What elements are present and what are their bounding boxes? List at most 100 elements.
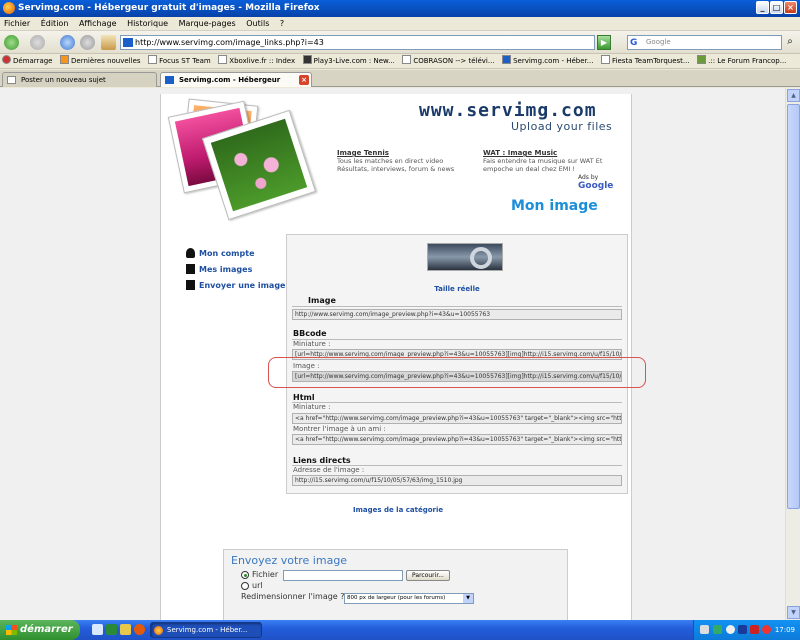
- bookmark-item[interactable]: Servimg.com - Héber...: [500, 54, 596, 68]
- google-icon[interactable]: G: [630, 37, 637, 50]
- page-icon: [402, 55, 412, 64]
- category-images-link[interactable]: Images de la catégorie: [353, 506, 443, 514]
- servimg-icon: [502, 55, 512, 64]
- reload-icon[interactable]: [60, 35, 75, 50]
- ad-block[interactable]: Image Tennis Tous les matches en direct …: [337, 149, 477, 173]
- menu-edit[interactable]: Édition: [37, 17, 73, 30]
- window-title-bar: Servimg.com - Hébergeur gratuit d'images…: [0, 0, 800, 17]
- home-icon[interactable]: [101, 35, 116, 50]
- upload-title: Envoyez votre image: [231, 554, 348, 567]
- html-thumb-field[interactable]: <a href="http://www.servimg.com/image_pr…: [292, 413, 622, 424]
- ad-text: Tous les matches en direct video Résulta…: [337, 157, 455, 173]
- firefox-icon: [3, 2, 15, 14]
- bookmark-item[interactable]: Dernières nouvelles: [58, 54, 144, 68]
- messenger-icon[interactable]: [120, 624, 131, 635]
- upload-icon: [186, 280, 195, 290]
- bbcode-thumb-label: Miniature :: [293, 340, 331, 348]
- real-size-link[interactable]: Taille réelle: [287, 285, 627, 293]
- bookmark-item[interactable]: Démarrage: [0, 54, 55, 68]
- page-icon: [218, 55, 228, 64]
- file-input[interactable]: [283, 570, 403, 581]
- bookmarks-bar: Démarrage Dernières nouvelles Focus ST T…: [0, 54, 800, 69]
- menu-bookmarks[interactable]: Marque-pages: [175, 17, 240, 30]
- bookmark-icon: [302, 55, 312, 64]
- images-icon: [186, 264, 195, 274]
- section-bbcode-heading: BBcode: [293, 329, 327, 338]
- html-friend-label: Montrer l'image à un ami :: [293, 425, 386, 433]
- menu-file[interactable]: Fichier: [0, 17, 34, 30]
- html-friend-field[interactable]: <a href="http://www.servimg.com/image_pr…: [292, 434, 622, 445]
- bookmark-item[interactable]: Xboxlive.fr :: Index: [216, 54, 298, 68]
- tray-icon[interactable]: [700, 625, 709, 634]
- tray-icon[interactable]: [726, 625, 735, 634]
- tab-bar: Poster un nouveau sujet Servimg.com - Hé…: [0, 70, 800, 98]
- url-radio-label: url: [252, 581, 263, 590]
- direct-link-label: Adresse de l'image :: [293, 466, 365, 474]
- close-button[interactable]: ×: [784, 1, 797, 14]
- ad-block[interactable]: WAT : Image Music Fais entendre ta musiq…: [483, 149, 623, 173]
- menu-view[interactable]: Affichage: [75, 17, 121, 30]
- site-logo[interactable]: www.servimg.com: [419, 100, 597, 121]
- search-icon[interactable]: ⌕: [783, 35, 797, 50]
- maximize-button[interactable]: □: [770, 1, 783, 14]
- bookmark-icon: [148, 55, 158, 64]
- resize-label: Redimensionner l'image ?: [241, 592, 345, 601]
- tray-icon[interactable]: [750, 625, 759, 634]
- bookmark-item[interactable]: .:: Le Forum Francop...: [695, 54, 789, 68]
- back-icon[interactable]: [4, 35, 19, 50]
- ad-title[interactable]: Image Tennis: [337, 149, 477, 157]
- minimize-button[interactable]: _: [756, 1, 769, 14]
- firefox-icon[interactable]: [134, 624, 145, 635]
- file-radio[interactable]: [241, 571, 249, 579]
- ad-text: Fais entendre ta musique sur WAT Et empo…: [483, 157, 603, 173]
- bookmark-item[interactable]: Focus ST Team: [146, 54, 214, 68]
- ads-by-google[interactable]: Ads by Google: [578, 174, 631, 191]
- bookmark-item[interactable]: COBRASON --> télévi...: [400, 54, 497, 68]
- tray-icon[interactable]: [713, 625, 722, 634]
- url-radio[interactable]: [241, 582, 249, 590]
- bookmark-item[interactable]: Play3-Live.com : New...: [301, 54, 398, 68]
- menu-my-account[interactable]: Mon compte: [186, 248, 255, 258]
- bookmark-item[interactable]: Fiesta TeamTorquest...: [599, 54, 693, 68]
- menu-upload-image[interactable]: Envoyer une image: [186, 280, 285, 290]
- section-html-heading: Html: [293, 393, 315, 402]
- browse-button[interactable]: Parcourir...: [406, 570, 450, 581]
- taskbar: démarrer Servimg.com - Héber... 17:09: [0, 620, 800, 640]
- ad-title[interactable]: WAT : Image Music: [483, 149, 623, 157]
- menu-history[interactable]: Historique: [123, 17, 172, 30]
- site-favicon: [123, 38, 133, 47]
- resize-select[interactable]: 800 px de largeur (pour les forums) ▼: [344, 593, 474, 604]
- tray-icon[interactable]: [762, 625, 771, 634]
- bookmark-icon: [697, 55, 707, 64]
- chevron-down-icon[interactable]: ▼: [463, 594, 473, 603]
- tray-icon[interactable]: [738, 625, 747, 634]
- image-thumbnail[interactable]: [427, 243, 503, 271]
- tab-servimg[interactable]: Servimg.com - Hébergeur gratuit... ×: [160, 72, 312, 98]
- url-text: http://www.servimg.com/image_links.php?i…: [135, 38, 324, 47]
- rss-icon: [60, 55, 70, 64]
- servimg-icon: [165, 76, 174, 84]
- menu-my-images[interactable]: Mes images: [186, 264, 252, 274]
- menu-tools[interactable]: Outils: [242, 17, 273, 30]
- close-tab-icon[interactable]: ×: [299, 75, 309, 85]
- url-input[interactable]: http://www.servimg.com/image_links.php?i…: [120, 35, 595, 50]
- tab-post-topic[interactable]: Poster un nouveau sujet: [2, 72, 157, 87]
- search-input[interactable]: G Google: [627, 35, 782, 50]
- quicklaunch-icon[interactable]: [106, 624, 117, 635]
- upload-form: Envoyez votre image Fichier Parcourir...…: [223, 549, 568, 620]
- menu-help[interactable]: ?: [276, 17, 288, 30]
- scroll-thumb[interactable]: [787, 104, 800, 509]
- scroll-up-icon[interactable]: ▲: [787, 89, 800, 102]
- taskbar-item-firefox[interactable]: Servimg.com - Héber...: [150, 622, 262, 638]
- forward-icon[interactable]: [30, 35, 45, 50]
- vertical-scrollbar[interactable]: ▲ ▼: [785, 88, 800, 620]
- stop-icon[interactable]: [80, 35, 95, 50]
- clock: 17:09: [774, 626, 795, 634]
- go-button[interactable]: ▶: [597, 35, 611, 50]
- start-button[interactable]: démarrer: [0, 620, 80, 640]
- site-tagline: Upload your files: [511, 120, 613, 133]
- image-url-field[interactable]: http://www.servimg.com/image_preview.php…: [292, 309, 622, 320]
- direct-link-field[interactable]: http://i15.servimg.com/u/f15/10/05/57/63…: [292, 475, 622, 486]
- desktop-icon[interactable]: [92, 624, 103, 635]
- scroll-down-icon[interactable]: ▼: [787, 606, 800, 619]
